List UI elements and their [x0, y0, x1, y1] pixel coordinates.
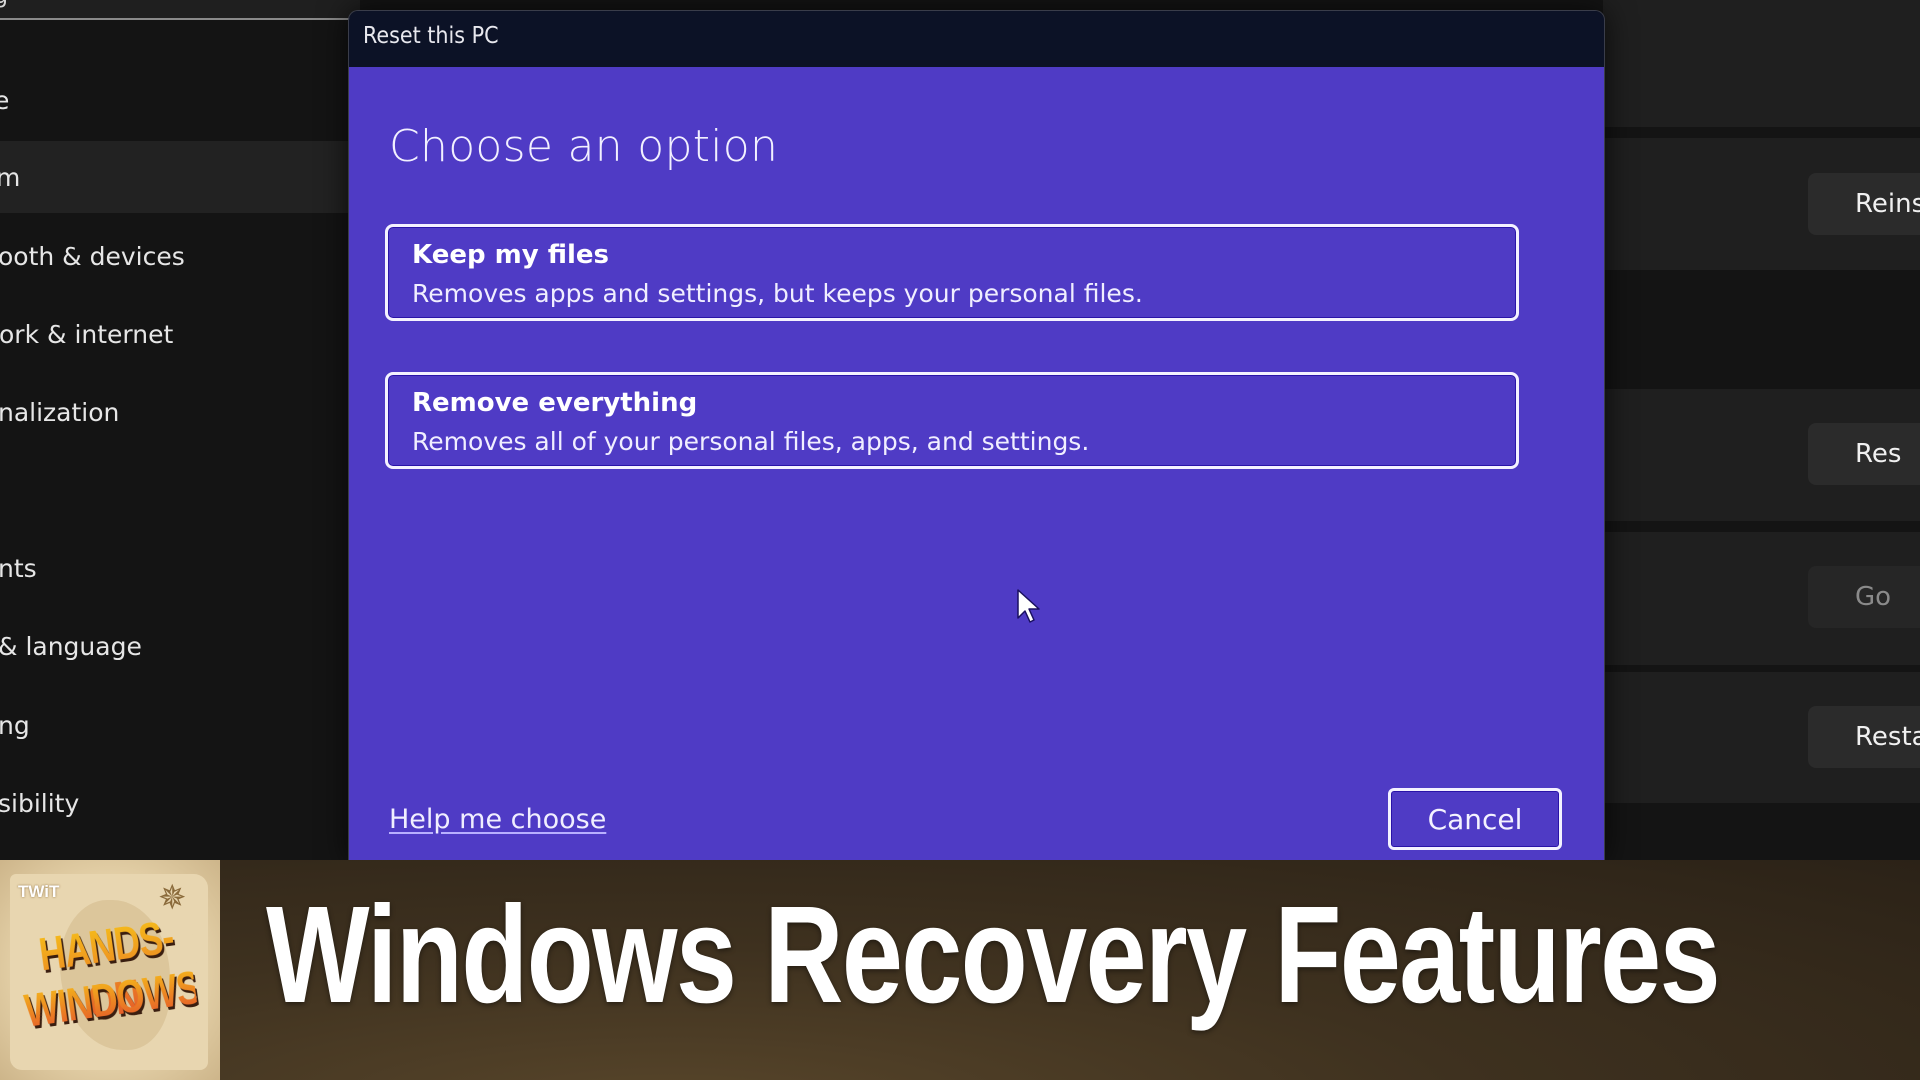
- sidebar-item-label: ooth & devices: [0, 241, 185, 271]
- hands-on-windows-logo: TWiT ✵ HANDS-ON WINDOWS: [0, 860, 220, 1080]
- go-back-button[interactable]: Go: [1808, 566, 1920, 628]
- help-me-choose-link[interactable]: Help me choose: [389, 804, 606, 835]
- option-description: Removes all of your personal files, apps…: [412, 427, 1090, 456]
- option-title: Keep my files: [412, 240, 610, 270]
- dialog-body: Choose an option Keep my files Removes a…: [349, 67, 1604, 861]
- dialog-heading: Choose an option: [389, 121, 779, 172]
- sidebar-item-label: nalization: [0, 397, 120, 427]
- settings-card-reset-pc: Res: [1603, 389, 1920, 521]
- sidebar-item-personalization[interactable]: nalization: [0, 376, 348, 448]
- sidebar-item-label: e: [0, 85, 10, 115]
- sidebar-item-system[interactable]: m: [0, 141, 348, 213]
- episode-title: Windows Recovery Features: [266, 878, 1721, 1032]
- reinstall-now-button[interactable]: Reinst: [1808, 173, 1920, 235]
- settings-sidebar: e m ooth & devices ork & internet naliza…: [0, 60, 348, 860]
- keep-my-files-option[interactable]: Keep my files Removes apps and settings,…: [385, 224, 1519, 321]
- reset-pc-button[interactable]: Res: [1808, 423, 1920, 485]
- settings-card-advanced-startup: Resta: [1603, 672, 1920, 803]
- search-text: g: [0, 0, 8, 9]
- sidebar-item-gaming[interactable]: ng: [0, 689, 348, 761]
- sidebar-item-label: ork & internet: [0, 319, 174, 349]
- option-title: Remove everything: [412, 388, 698, 418]
- dialog-title: Reset this PC: [363, 23, 499, 49]
- remove-everything-option[interactable]: Remove everything Removes all of your pe…: [385, 372, 1519, 469]
- cancel-button[interactable]: Cancel: [1388, 788, 1562, 850]
- sidebar-item-label: & language: [0, 631, 142, 661]
- settings-search-box[interactable]: [0, 0, 360, 20]
- sidebar-item-time-language[interactable]: & language: [0, 610, 348, 682]
- recovery-options-pane: Reinst Res Go Resta: [1603, 0, 1920, 860]
- settings-card: [1603, 0, 1920, 127]
- sidebar-item-accessibility[interactable]: sibility: [0, 767, 348, 839]
- sidebar-item-label: nts: [0, 553, 37, 583]
- sidebar-item-network-internet[interactable]: ork & internet: [0, 298, 348, 370]
- dialog-titlebar[interactable]: Reset this PC: [349, 11, 1604, 67]
- reset-this-pc-dialog: Reset this PC Choose an option Keep my f…: [348, 10, 1605, 861]
- sidebar-item-label: sibility: [0, 788, 80, 818]
- sidebar-item-accounts[interactable]: nts: [0, 532, 348, 604]
- restart-now-button[interactable]: Resta: [1808, 706, 1920, 768]
- sidebar-item-label: m: [0, 162, 21, 192]
- settings-card-fix-problems: Reinst: [1603, 138, 1920, 270]
- option-description: Removes apps and settings, but keeps you…: [412, 279, 1143, 308]
- sidebar-item-home[interactable]: e: [0, 64, 348, 136]
- sidebar-item-apps[interactable]: [0, 454, 348, 526]
- twit-brand-label: TWiT: [18, 882, 60, 901]
- settings-card-go-back: Go: [1603, 532, 1920, 665]
- sidebar-item-bluetooth-devices[interactable]: ooth & devices: [0, 220, 348, 292]
- mouse-cursor-icon: [1017, 589, 1040, 623]
- sidebar-item-label: ng: [0, 710, 30, 740]
